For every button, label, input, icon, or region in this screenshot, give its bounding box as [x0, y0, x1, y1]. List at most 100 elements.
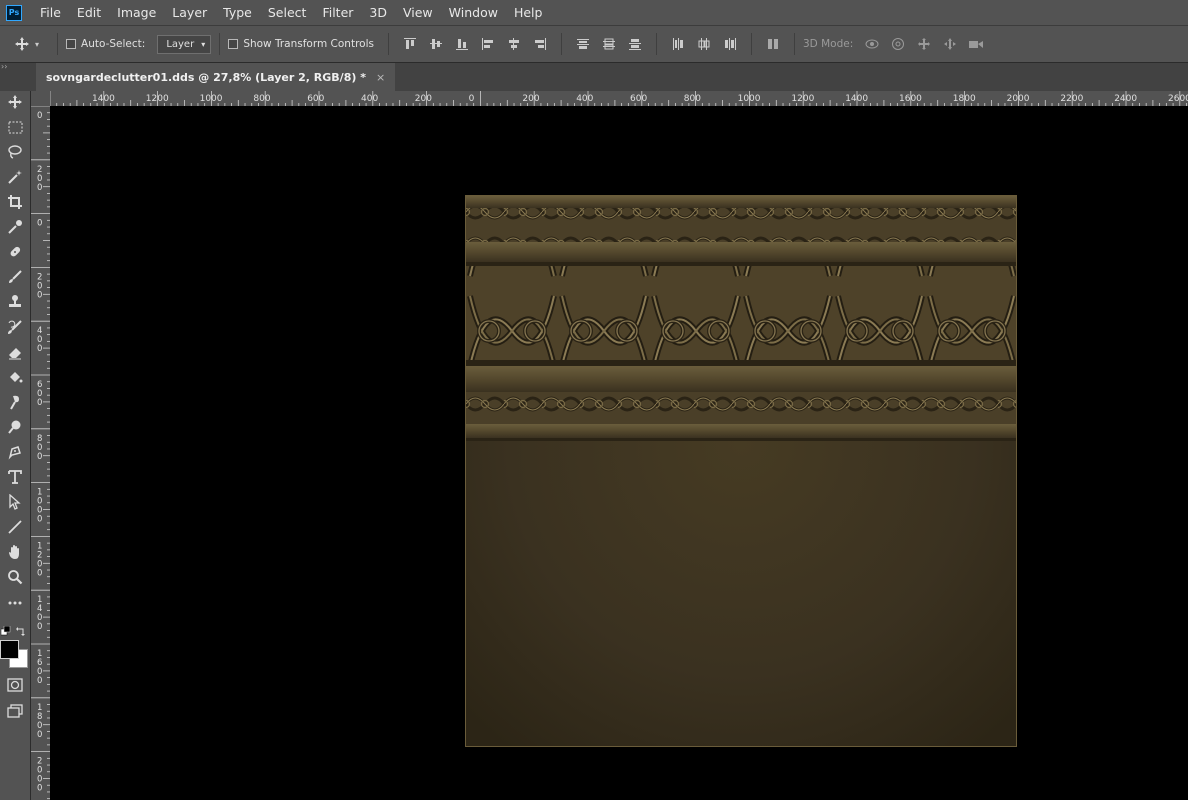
- line-icon[interactable]: [5, 517, 25, 537]
- smudge-icon[interactable]: [5, 392, 25, 412]
- ruler-label: 0: [37, 111, 42, 121]
- marquee-icon[interactable]: [5, 117, 25, 137]
- distribute-left-edges-icon[interactable]: [670, 36, 686, 52]
- ruler-label: 2600: [1168, 94, 1188, 104]
- ruler-label: 0: [37, 183, 42, 193]
- menu-filter[interactable]: Filter: [314, 0, 361, 25]
- menu-3d[interactable]: 3D: [361, 0, 395, 25]
- crop-icon[interactable]: [5, 192, 25, 212]
- tools-panel: [0, 91, 31, 800]
- auto-select-label: Auto-Select:: [81, 38, 146, 50]
- menu-select[interactable]: Select: [260, 0, 315, 25]
- foreground-color-swatch[interactable]: [0, 640, 19, 659]
- menu-type[interactable]: Type: [215, 0, 260, 25]
- ruler-label: 0: [37, 730, 42, 740]
- pen-icon[interactable]: [5, 442, 25, 462]
- ruler-label: 0: [37, 622, 42, 632]
- more-tools-icon[interactable]: [5, 593, 25, 613]
- align-vertical-centers-icon[interactable]: [428, 36, 444, 52]
- distribute-spacing-icon[interactable]: [765, 36, 781, 52]
- ruler-label: 1400: [92, 94, 115, 104]
- ruler-label: 400: [576, 94, 593, 104]
- ruler-label: 0: [37, 290, 42, 300]
- align-right-edges-icon[interactable]: [532, 36, 548, 52]
- document-tab[interactable]: sovngardeclutter01.dds @ 27,8% (Layer 2,…: [36, 63, 396, 91]
- align-horizontal-centers-icon[interactable]: [506, 36, 522, 52]
- document-tab-title: sovngardeclutter01.dds @ 27,8% (Layer 2,…: [46, 70, 366, 84]
- menu-file[interactable]: File: [32, 0, 69, 25]
- photoshop-logo: Ps: [6, 4, 22, 21]
- zoom-icon[interactable]: [5, 567, 25, 587]
- eyedropper-icon[interactable]: [5, 217, 25, 237]
- ruler-label: 2200: [1060, 94, 1083, 104]
- ruler-label: 0: [37, 219, 42, 229]
- paint-bucket-icon[interactable]: [5, 367, 25, 387]
- auto-select-target-dropdown[interactable]: Layer ▾: [157, 34, 212, 54]
- ruler-label: 1600: [899, 94, 922, 104]
- 3d-roll-icon[interactable]: [890, 36, 906, 52]
- show-transform-controls-checkbox[interactable]: [228, 39, 239, 49]
- ruler-label: 0: [37, 568, 42, 578]
- ruler-label: 0: [37, 344, 42, 354]
- eraser-icon[interactable]: [5, 342, 25, 362]
- menu-edit[interactable]: Edit: [69, 0, 109, 25]
- lasso-icon[interactable]: [5, 142, 25, 162]
- ruler-label: 0: [37, 398, 42, 408]
- ruler-label: 0: [37, 515, 42, 525]
- swap-colors-icon[interactable]: [16, 621, 26, 640]
- align-left-edges-icon[interactable]: [480, 36, 496, 52]
- 3d-scale-video-icon[interactable]: [968, 36, 984, 52]
- auto-select-checkbox[interactable]: [66, 39, 77, 49]
- ruler-label: 800: [684, 94, 701, 104]
- texture-image[interactable]: [465, 195, 1017, 747]
- ruler-label: 1400: [845, 94, 868, 104]
- ruler-label: 1200: [146, 94, 169, 104]
- menu-layer[interactable]: Layer: [164, 0, 215, 25]
- menu-window[interactable]: Window: [441, 0, 506, 25]
- 3d-slide-icon[interactable]: [942, 36, 958, 52]
- close-tab-icon[interactable]: ×: [376, 71, 385, 84]
- hand-icon[interactable]: [5, 542, 25, 562]
- distribute-horizontal-centers-icon[interactable]: [696, 36, 712, 52]
- default-colors-icon[interactable]: [0, 621, 11, 640]
- distribute-bottom-edges-icon[interactable]: [627, 36, 643, 52]
- screen-mode-icon[interactable]: [5, 701, 25, 721]
- history-brush-icon[interactable]: [5, 317, 25, 337]
- menu-view[interactable]: View: [395, 0, 441, 25]
- move-tool-preset-icon[interactable]: [14, 36, 30, 52]
- distribute-vertical-centers-icon[interactable]: [601, 36, 617, 52]
- ruler-label: 0: [37, 784, 42, 794]
- distribute-top-edges-icon[interactable]: [575, 36, 591, 52]
- distribute-right-edges-icon[interactable]: [722, 36, 738, 52]
- vertical-ruler[interactable]: 0200020040060080010001200140016001800200…: [31, 106, 50, 800]
- ruler-label: 1000: [738, 94, 761, 104]
- separator: [387, 33, 389, 55]
- document-canvas[interactable]: [50, 106, 1188, 800]
- align-top-edges-icon[interactable]: [402, 36, 418, 52]
- ruler-origin[interactable]: [31, 91, 50, 106]
- 3d-pan-icon[interactable]: [916, 36, 932, 52]
- dodge-icon[interactable]: [5, 417, 25, 437]
- panel-collapse-icon[interactable]: ››: [1, 62, 7, 71]
- menu-help[interactable]: Help: [506, 0, 551, 25]
- separator: [655, 33, 657, 55]
- quick-mask-icon[interactable]: [5, 675, 25, 695]
- move-icon[interactable]: [5, 92, 25, 112]
- menu-image[interactable]: Image: [109, 0, 164, 25]
- chevron-down-icon: ▾: [201, 39, 206, 49]
- 3d-orbit-icon[interactable]: [864, 36, 880, 52]
- horizontal-ruler[interactable]: 1400 1200 1000 800 600 400 200 0 200 400 600 800 100…: [50, 91, 1188, 106]
- type-icon[interactable]: [5, 467, 25, 487]
- magic-wand-icon[interactable]: [5, 167, 25, 187]
- ruler-label: 600: [307, 94, 324, 104]
- ruler-label: 200: [415, 94, 432, 104]
- align-bottom-edges-icon[interactable]: [454, 36, 470, 52]
- separator: [793, 33, 795, 55]
- preset-chevron-icon[interactable]: ▾: [35, 40, 39, 49]
- brush-icon[interactable]: [5, 267, 25, 287]
- clone-stamp-icon[interactable]: [5, 292, 25, 312]
- healing-brush-icon[interactable]: [5, 242, 25, 262]
- path-select-icon[interactable]: [5, 492, 25, 512]
- options-bar: ▾ Auto-Select: Layer ▾ Show Transform Co…: [0, 25, 1188, 63]
- ruler-label: 600: [630, 94, 647, 104]
